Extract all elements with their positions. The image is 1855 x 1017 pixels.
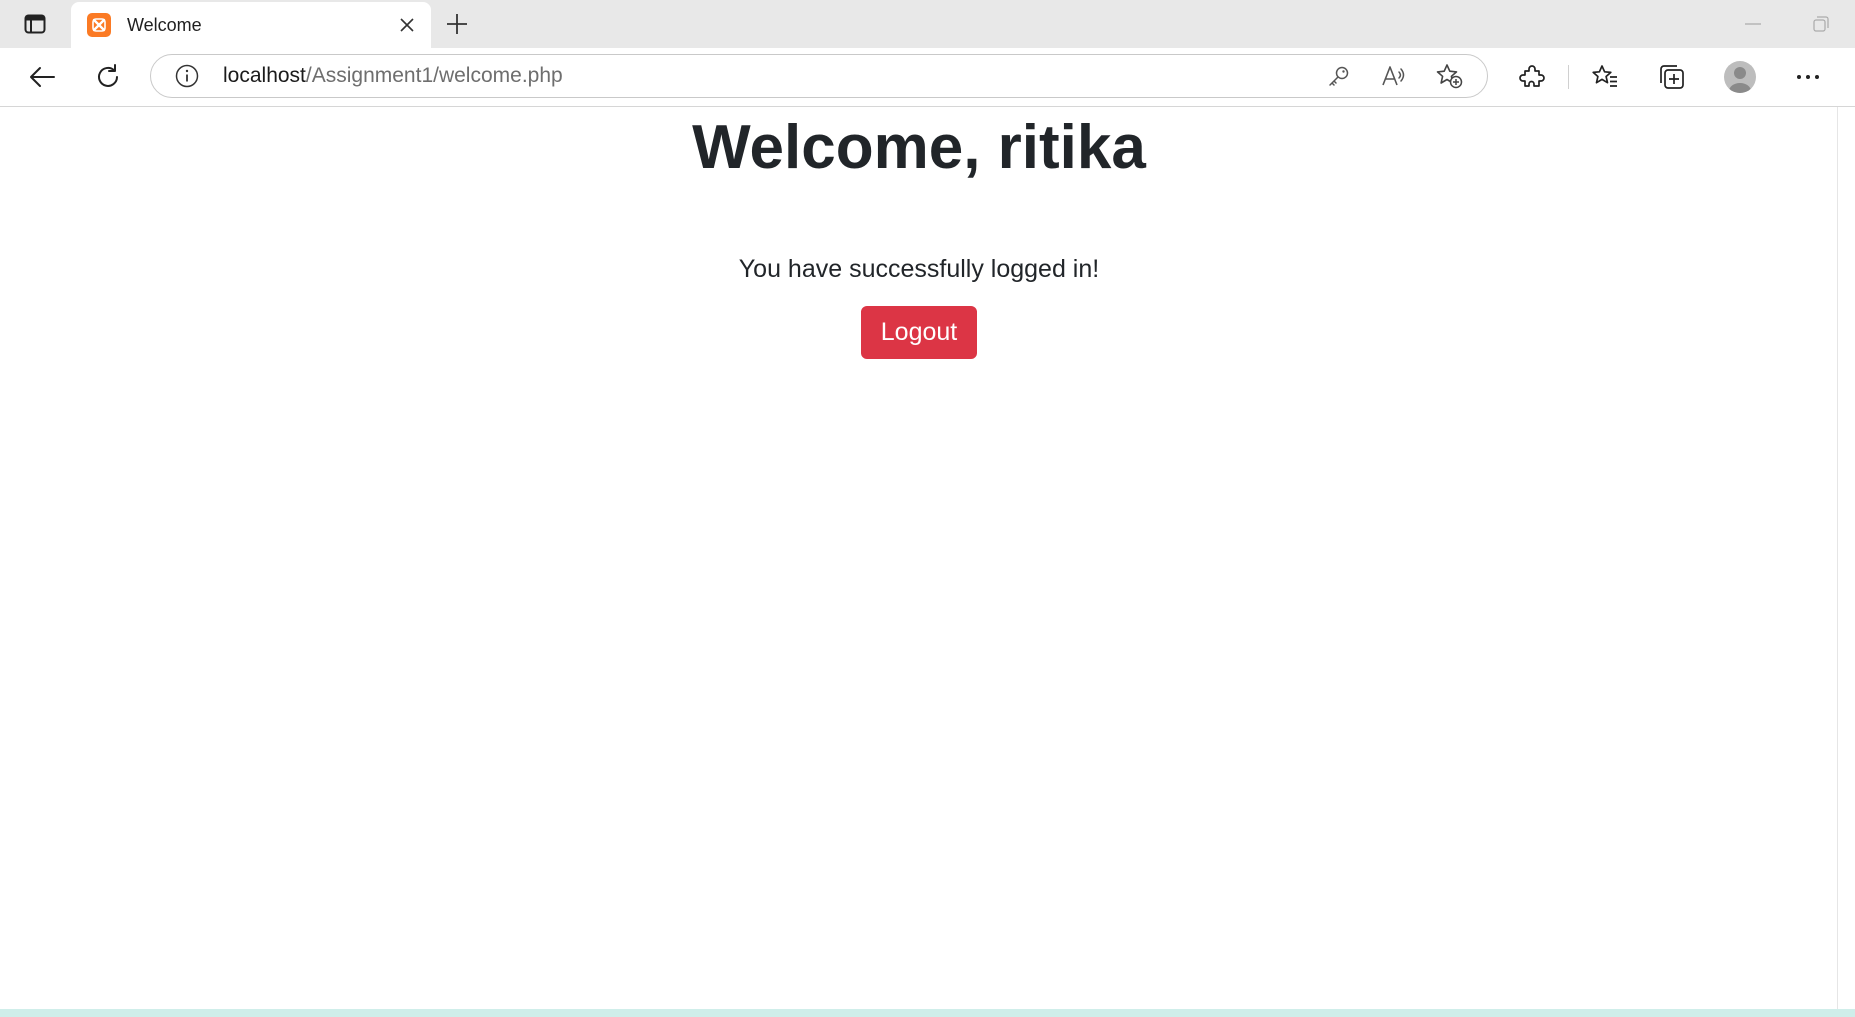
read-aloud-icon[interactable]	[1377, 59, 1411, 93]
taskbar-edge	[0, 1009, 1855, 1017]
xampp-icon	[87, 13, 111, 37]
refresh-icon[interactable]	[88, 57, 128, 97]
profile-button[interactable]	[1720, 57, 1760, 97]
favorites-icon[interactable]	[1585, 57, 1625, 97]
toolbar-divider	[1568, 65, 1569, 89]
page-title: Welcome, ritika	[692, 113, 1146, 182]
url-path: /Assignment1/welcome.php	[305, 64, 563, 87]
key-icon[interactable]	[1322, 59, 1356, 93]
tab-strip: Welcome	[0, 0, 1855, 48]
window-controls	[1719, 0, 1855, 48]
restore-icon[interactable]	[1787, 0, 1855, 48]
star-add-icon[interactable]	[1432, 59, 1466, 93]
scrollbar[interactable]	[1837, 107, 1855, 1009]
address-bar[interactable]: localhost/Assignment1/welcome.php	[150, 54, 1488, 98]
puzzle-icon[interactable]	[1512, 57, 1552, 97]
plus-icon[interactable]	[440, 8, 474, 40]
avatar	[1724, 61, 1756, 93]
collections-icon[interactable]	[1652, 57, 1692, 97]
url-host: localhost	[223, 64, 306, 87]
arrow-left-icon[interactable]	[22, 57, 62, 97]
more-icon[interactable]	[1788, 57, 1828, 97]
logout-button[interactable]: Logout	[860, 306, 978, 360]
tab-actions-icon[interactable]	[17, 10, 53, 38]
page-content: Welcome, ritika You have successfully lo…	[0, 107, 1838, 1009]
browser-window: Welcome localhost/Assignment1/welcome.ph…	[0, 0, 1855, 1017]
login-success-message: You have successfully logged in!	[738, 255, 1100, 284]
close-icon[interactable]	[393, 11, 421, 39]
minimize-icon[interactable]	[1719, 0, 1787, 48]
browser-toolbar: localhost/Assignment1/welcome.php	[0, 48, 1855, 107]
info-icon[interactable]	[173, 62, 201, 90]
tab-title: Welcome	[127, 14, 202, 35]
tab-welcome[interactable]: Welcome	[71, 2, 431, 48]
url-text[interactable]: localhost/Assignment1/welcome.php	[223, 64, 1322, 88]
